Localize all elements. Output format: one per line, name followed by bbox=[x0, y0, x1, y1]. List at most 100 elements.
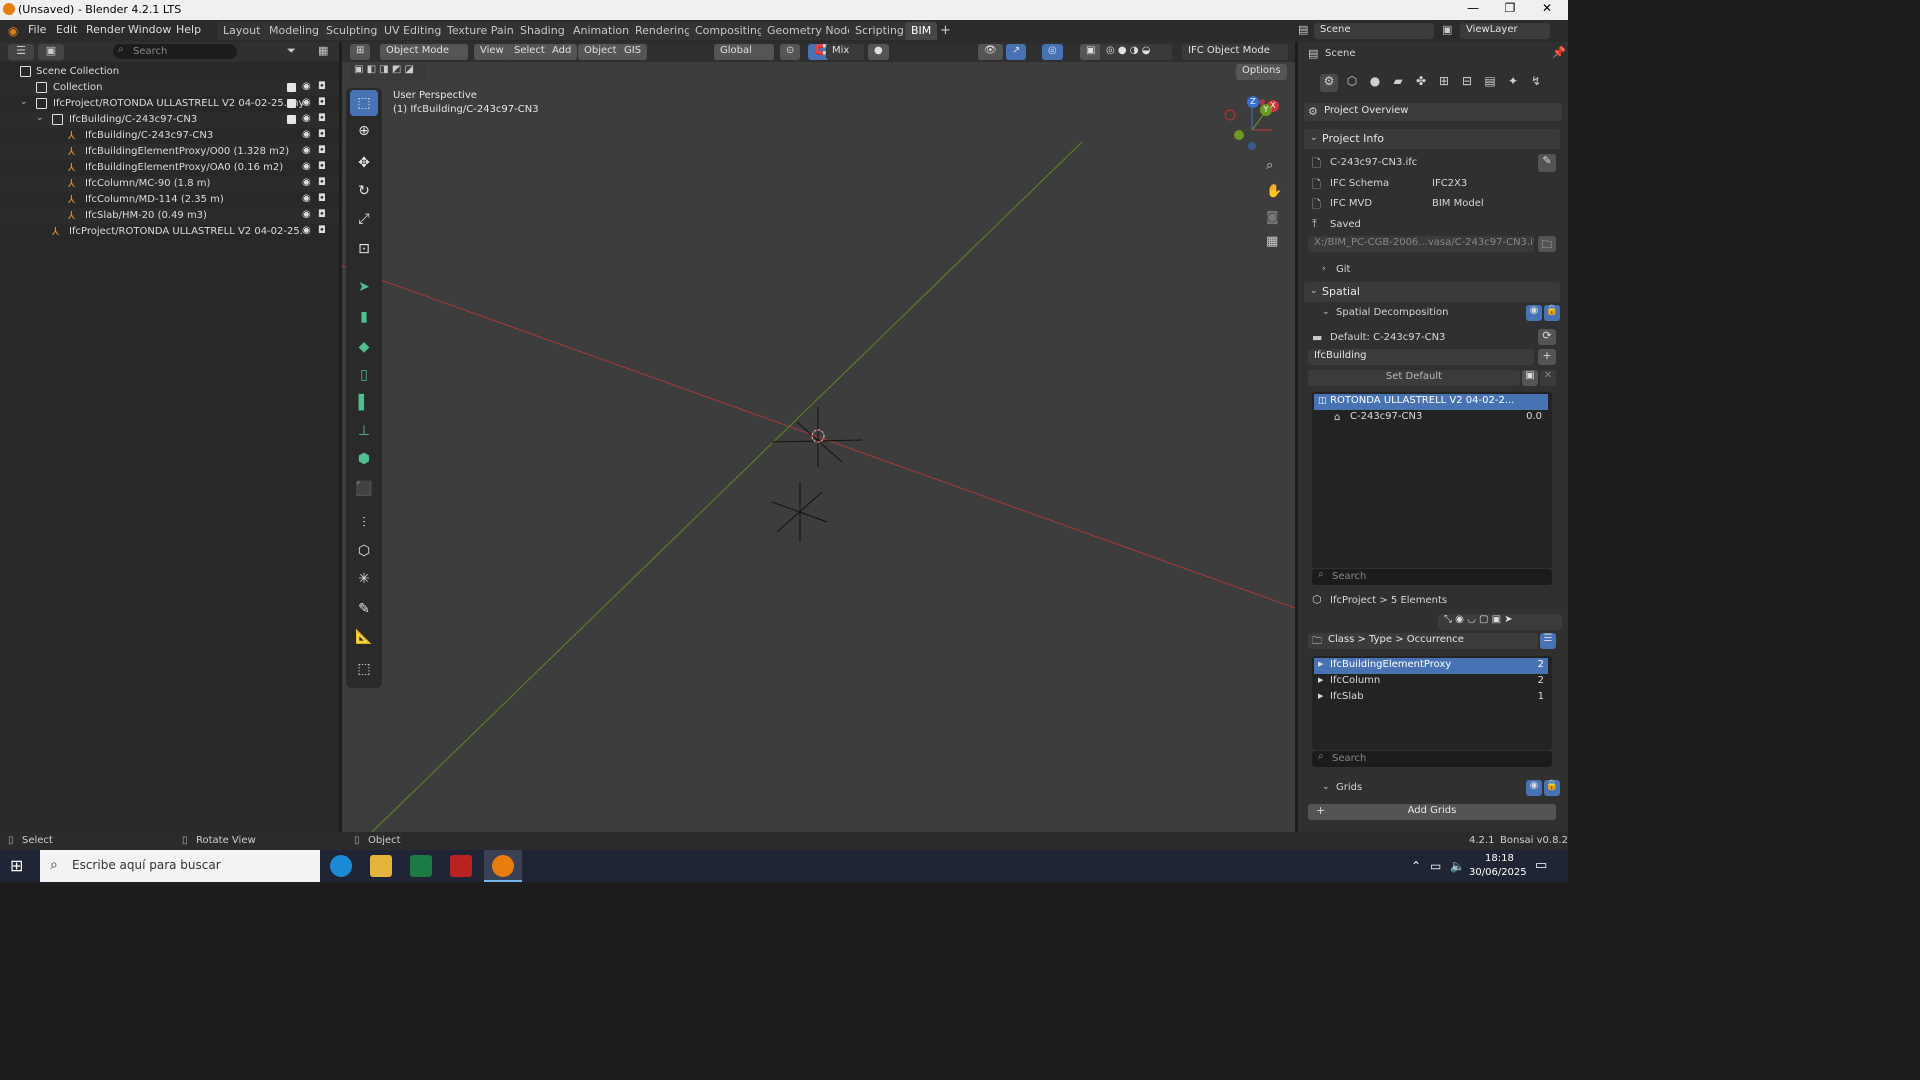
edit-icon[interactable]: ✎ bbox=[1538, 154, 1556, 172]
menu-edit[interactable]: Edit bbox=[52, 23, 81, 36]
camera-icon[interactable]: ◘ bbox=[318, 145, 326, 156]
tab-uv-editing[interactable]: UV Editing bbox=[378, 22, 448, 40]
spatial-decomposition-subpanel[interactable]: Spatial Decomposition bbox=[1336, 307, 1448, 318]
eye-icon[interactable]: ◉ bbox=[302, 81, 311, 92]
spatial-header[interactable]: Spatial bbox=[1304, 282, 1560, 302]
class-list-item[interactable]: IfcBuildingElementProxy 2 bbox=[1314, 658, 1548, 674]
tab-rendering[interactable]: Rendering bbox=[629, 22, 698, 40]
class-search-input[interactable]: Search bbox=[1312, 751, 1552, 767]
lock-icon[interactable]: 🔒 bbox=[1544, 780, 1560, 796]
select-icon[interactable]: ▣ bbox=[1522, 370, 1538, 386]
remove-icon[interactable]: ✕ bbox=[1540, 370, 1556, 386]
collapse-chevron-icon[interactable]: ⌄ bbox=[1310, 133, 1318, 143]
camera-icon[interactable]: ◘ bbox=[318, 209, 326, 220]
bim-element-tool[interactable]: ⬛ bbox=[350, 476, 378, 502]
pivot-icon[interactable]: ⊙ bbox=[780, 44, 801, 60]
eye-icon[interactable]: ◉ bbox=[302, 193, 311, 204]
menu-add[interactable]: Add bbox=[546, 44, 578, 60]
refresh-icon[interactable]: ⟳ bbox=[1538, 329, 1556, 345]
add-icon[interactable]: + bbox=[1538, 349, 1556, 365]
bim-geometry-tab-icon[interactable]: ● bbox=[1366, 74, 1384, 92]
3d-viewport[interactable]: X Y Z ⊞ Object Mode View Select Add Obje… bbox=[342, 42, 1295, 832]
close-button[interactable]: ✕ bbox=[1528, 1, 1566, 19]
blender-menu-icon[interactable]: ◉ bbox=[8, 24, 18, 38]
camera-icon[interactable]: ◘ bbox=[318, 129, 326, 140]
menu-gis[interactable]: GIS bbox=[618, 44, 648, 60]
taskbar-search-input[interactable]: Escribe aquí para buscar bbox=[40, 850, 320, 882]
tab-sculpting[interactable]: Sculpting bbox=[320, 22, 384, 40]
eye-icon[interactable]: ◉ bbox=[302, 129, 311, 140]
expand-chevron-icon[interactable]: ⌄ bbox=[20, 97, 28, 107]
bim-object-tab-icon[interactable]: ⬡ bbox=[1343, 74, 1361, 92]
class-list-item[interactable]: IfcColumn 2 bbox=[1314, 674, 1548, 690]
set-default-button[interactable]: Set Default bbox=[1308, 370, 1520, 386]
minimize-button[interactable]: — bbox=[1454, 1, 1492, 19]
tree-row[interactable]: ⅄ IfcProject/ROTONDA ULLASTRELL V2 04-02… bbox=[0, 224, 339, 240]
ifc-mode-dropdown[interactable]: IFC Object Mode bbox=[1182, 44, 1288, 60]
bim-tools-tab-icon[interactable]: ↯ bbox=[1527, 74, 1545, 92]
scale-tool[interactable]: ⤢ bbox=[350, 206, 378, 232]
tab-layout[interactable]: Layout bbox=[217, 22, 267, 40]
tree-row[interactable]: ⅄ IfcBuilding/C-243c97-CN3 ◉ ◘ bbox=[0, 128, 339, 144]
camera-icon[interactable]: ◘ bbox=[318, 193, 326, 204]
expand-triangle-icon[interactable]: ▶ bbox=[1318, 692, 1323, 700]
zoom-icon[interactable]: ⌕ bbox=[1266, 158, 1273, 173]
camera-icon[interactable]: ◘ bbox=[318, 97, 326, 108]
grids-subpanel[interactable]: Grids bbox=[1336, 782, 1362, 793]
lock-icon[interactable]: 🔒 bbox=[1544, 305, 1560, 321]
expand-triangle-icon[interactable]: ▶ bbox=[1318, 660, 1323, 668]
gizmo-toggle-icon[interactable]: ↗ bbox=[1006, 44, 1027, 60]
grouping-dropdown[interactable]: Class > Type > Occurrence bbox=[1308, 633, 1538, 649]
tree-row[interactable]: Scene Collection bbox=[0, 64, 339, 80]
pin-icon[interactable]: 📌 bbox=[1552, 46, 1566, 59]
class-list-item[interactable]: IfcSlab 1 bbox=[1314, 690, 1548, 706]
camera-view-icon[interactable]: ◙ bbox=[1266, 210, 1279, 225]
exclude-checkbox[interactable] bbox=[287, 83, 296, 92]
ifc-path-field[interactable]: X:/BIM_PC-CGB-2006...vasa/C-243c97-CN3.i… bbox=[1308, 236, 1534, 252]
grid-view-icon[interactable]: ▦ bbox=[1266, 234, 1278, 249]
bim-space-tool[interactable]: ⬡ bbox=[350, 538, 378, 564]
menu-object[interactable]: Object bbox=[578, 44, 623, 60]
bim-slab-tool[interactable]: ◆ bbox=[350, 334, 378, 360]
git-subpanel[interactable]: Git bbox=[1336, 264, 1350, 275]
menu-window[interactable]: Window bbox=[124, 23, 175, 36]
collapse-chevron-icon[interactable]: ⌄ bbox=[1322, 782, 1330, 792]
eye-icon[interactable]: ◉ bbox=[302, 225, 311, 236]
cursor-tool[interactable]: ⊕ bbox=[350, 118, 378, 144]
network-icon[interactable]: ▭ bbox=[1430, 859, 1441, 873]
eye-icon[interactable]: ◉ bbox=[1526, 305, 1542, 321]
eye-icon[interactable]: ◉ bbox=[302, 161, 311, 172]
eye-icon[interactable]: ◉ bbox=[302, 97, 311, 108]
bim-stair-tool[interactable]: ⫶ bbox=[350, 510, 378, 536]
expand-triangle-icon[interactable]: ▶ bbox=[1318, 676, 1323, 684]
tab-modeling[interactable]: Modeling bbox=[263, 22, 326, 40]
bim-mep-tool[interactable]: ✳ bbox=[350, 566, 378, 592]
pan-hand-icon[interactable]: ✋ bbox=[1266, 184, 1282, 199]
windows-start-icon[interactable]: ⊞ bbox=[10, 856, 23, 875]
bim-covering-tool[interactable]: ⬢ bbox=[350, 446, 378, 472]
editor-type-icon[interactable]: ⊞ bbox=[350, 44, 371, 60]
cad-app-icon[interactable] bbox=[450, 855, 472, 877]
add-workspace-icon[interactable]: + bbox=[940, 23, 951, 38]
camera-icon[interactable]: ◘ bbox=[318, 113, 326, 124]
camera-icon[interactable]: ◘ bbox=[318, 177, 326, 188]
viewlayer-field[interactable]: ViewLayer bbox=[1460, 23, 1550, 39]
options-button[interactable]: Options bbox=[1236, 64, 1287, 80]
camera-icon[interactable]: ◘ bbox=[318, 81, 326, 92]
gizmo-y-axis[interactable]: Y bbox=[1260, 104, 1272, 116]
clock-date[interactable]: 30/06/2025 bbox=[1469, 867, 1527, 878]
notifications-icon[interactable]: ▭ bbox=[1535, 858, 1547, 873]
expand-chevron-icon[interactable]: › bbox=[1322, 264, 1326, 274]
rotate-tool[interactable]: ↻ bbox=[350, 178, 378, 204]
bim-facility-tab-icon[interactable]: ▤ bbox=[1481, 74, 1499, 92]
menu-view[interactable]: View bbox=[474, 44, 510, 60]
visibility-icon[interactable]: 👁 bbox=[978, 44, 1003, 60]
eye-icon[interactable]: ◉ bbox=[302, 177, 311, 188]
outliner-search-input[interactable]: Search bbox=[113, 44, 237, 59]
edge-icon[interactable] bbox=[330, 855, 352, 877]
exclude-checkbox[interactable] bbox=[287, 115, 296, 124]
display-mode-icon[interactable]: ▣ bbox=[38, 44, 64, 60]
tree-row[interactable]: ⅄ IfcBuildingElementProxy/OA0 (0.16 m2) … bbox=[0, 160, 339, 176]
gizmo-z-axis[interactable]: Z bbox=[1247, 96, 1259, 108]
collapse-chevron-icon[interactable]: ⌄ bbox=[1310, 286, 1318, 296]
